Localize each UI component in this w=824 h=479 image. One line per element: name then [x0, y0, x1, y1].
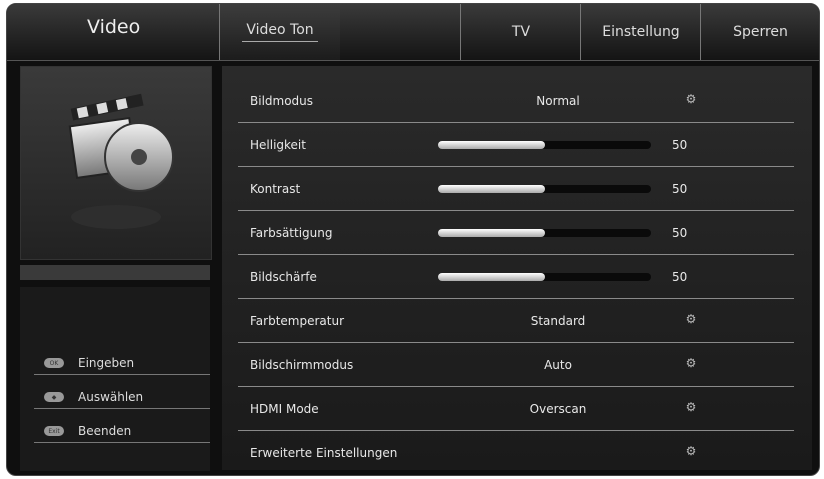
slider-track[interactable]	[438, 141, 651, 149]
setting-row-kontrast[interactable]: Kontrast 50	[238, 166, 794, 211]
setting-row-erweiterte-einstellungen[interactable]: Erweiterte Einstellungen ⚙	[238, 430, 794, 474]
setting-label: Bildmodus	[250, 94, 314, 108]
hint-exit: Exit Beenden	[34, 420, 210, 443]
hint-ok: OK Eingeben	[34, 352, 210, 375]
tv-menu-window: Video Video Ton TV Einstellung Sperren O…	[6, 3, 820, 476]
gear-icon: ⚙	[685, 400, 697, 414]
hint-navigate: ◆ Auswählen	[34, 386, 210, 409]
setting-value: 50	[672, 226, 688, 240]
setting-label: HDMI Mode	[250, 402, 319, 416]
slider-track[interactable]	[438, 229, 651, 237]
slider-fill	[438, 185, 545, 193]
gear-icon: ⚙	[685, 444, 697, 458]
settings-list: Bildmodus Normal ⚙ Helligkeit 50 Kontras…	[222, 66, 812, 470]
setting-label: Bildschärfe	[250, 270, 317, 284]
gear-icon: ⚙	[685, 92, 697, 106]
setting-row-hdmi-mode[interactable]: HDMI Mode Overscan ⚙	[238, 386, 794, 431]
menu-title: Video	[87, 16, 141, 38]
setting-value: 50	[672, 270, 688, 284]
navigate-key-icon: ◆	[44, 392, 64, 402]
tab-blank	[340, 4, 460, 60]
setting-row-helligkeit[interactable]: Helligkeit 50	[238, 122, 794, 167]
setting-label: Farbsättigung	[250, 226, 333, 240]
left-info-strip	[20, 265, 210, 280]
setting-row-bildschirmmodus[interactable]: Bildschirmmodus Auto ⚙	[238, 342, 794, 387]
ok-key-icon: OK	[44, 358, 64, 368]
top-bar: Video Video Ton TV Einstellung Sperren	[7, 4, 819, 61]
gear-icon: ⚙	[685, 356, 697, 370]
slider-fill	[438, 141, 545, 149]
slider-fill	[438, 229, 545, 237]
hint-label: Beenden	[78, 424, 132, 438]
setting-label: Erweiterte Einstellungen	[250, 446, 398, 460]
setting-value: Normal	[536, 94, 580, 108]
tab-einstellung[interactable]: Einstellung	[580, 4, 701, 60]
setting-value: Overscan	[529, 402, 587, 416]
setting-label: Kontrast	[250, 182, 301, 196]
setting-label: Helligkeit	[250, 138, 306, 152]
slider-track[interactable]	[438, 185, 651, 193]
setting-label: Bildschirmmodus	[250, 358, 354, 372]
setting-row-bildschaerfe[interactable]: Bildschärfe 50	[238, 254, 794, 299]
setting-value: Auto	[544, 358, 572, 372]
setting-row-farbtemperatur[interactable]: Farbtemperatur Standard ⚙	[238, 298, 794, 343]
tab-sperren[interactable]: Sperren	[700, 4, 819, 60]
setting-label: Farbtemperatur	[250, 314, 345, 328]
setting-row-bildmodus[interactable]: Bildmodus Normal ⚙	[238, 78, 794, 123]
exit-key-icon: Exit	[44, 426, 64, 436]
hint-label: Eingeben	[78, 356, 135, 370]
category-icon-panel	[20, 66, 212, 260]
setting-value: 50	[672, 182, 688, 196]
slider-fill	[438, 273, 545, 281]
video-clapper-icon	[68, 93, 174, 229]
tab-tv[interactable]: TV	[460, 4, 581, 60]
tab-video-ton[interactable]: Video Ton	[219, 4, 340, 60]
key-hints-panel: OK Eingeben ◆ Auswählen Exit Beenden	[20, 287, 210, 471]
setting-value: 50	[672, 138, 688, 152]
slider-track[interactable]	[438, 273, 651, 281]
hint-label: Auswählen	[78, 390, 144, 404]
setting-value: Standard	[530, 314, 586, 328]
setting-row-farbsaettigung[interactable]: Farbsättigung 50	[238, 210, 794, 255]
gear-icon: ⚙	[685, 312, 697, 326]
